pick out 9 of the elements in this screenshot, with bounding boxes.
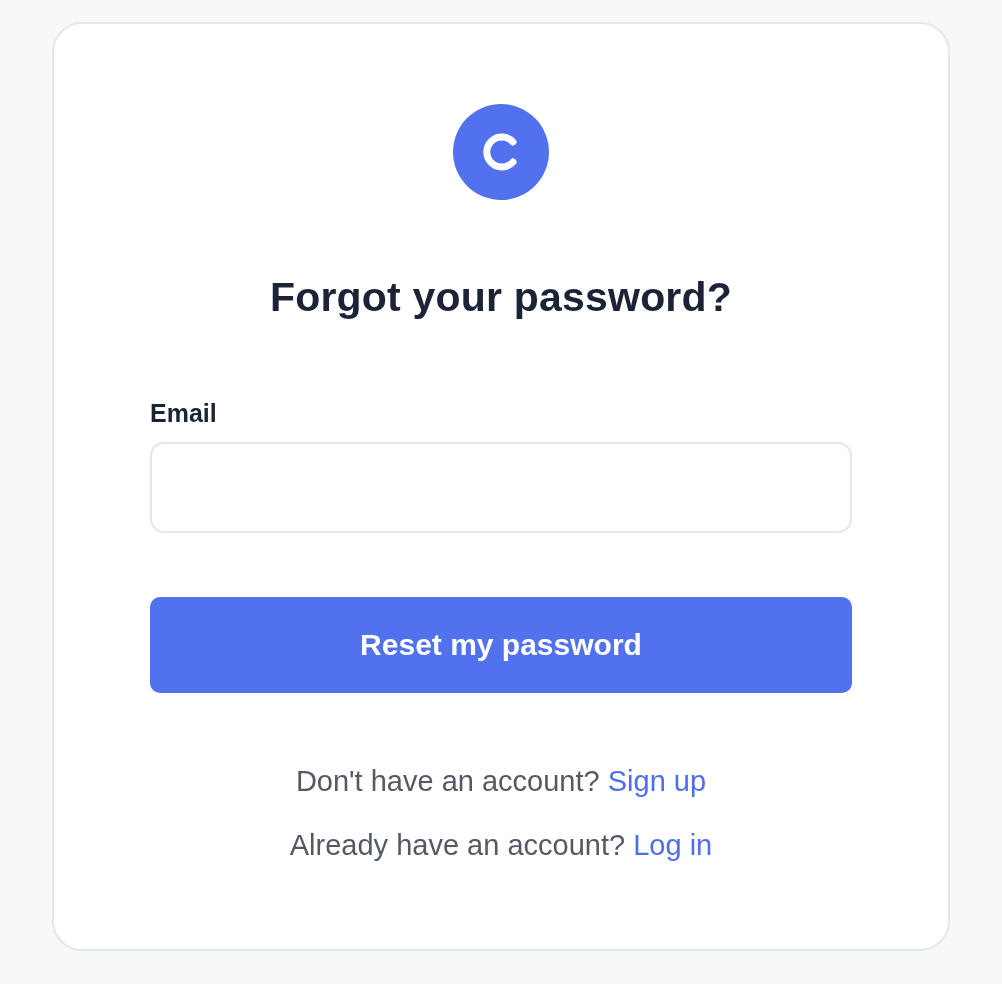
email-input[interactable] bbox=[150, 442, 852, 533]
account-prompt: Already have an account? Log in bbox=[289, 828, 713, 863]
page-title: Forgot your password? bbox=[268, 273, 733, 321]
account-prompt: Don't have an account? Sign up bbox=[295, 764, 707, 799]
logo-icon bbox=[453, 104, 549, 200]
account-link[interactable]: Log in bbox=[633, 829, 713, 861]
email-label: Email bbox=[150, 398, 217, 428]
account-link[interactable]: Sign up bbox=[607, 765, 707, 797]
reset-password-button[interactable]: Reset my password bbox=[150, 597, 852, 693]
